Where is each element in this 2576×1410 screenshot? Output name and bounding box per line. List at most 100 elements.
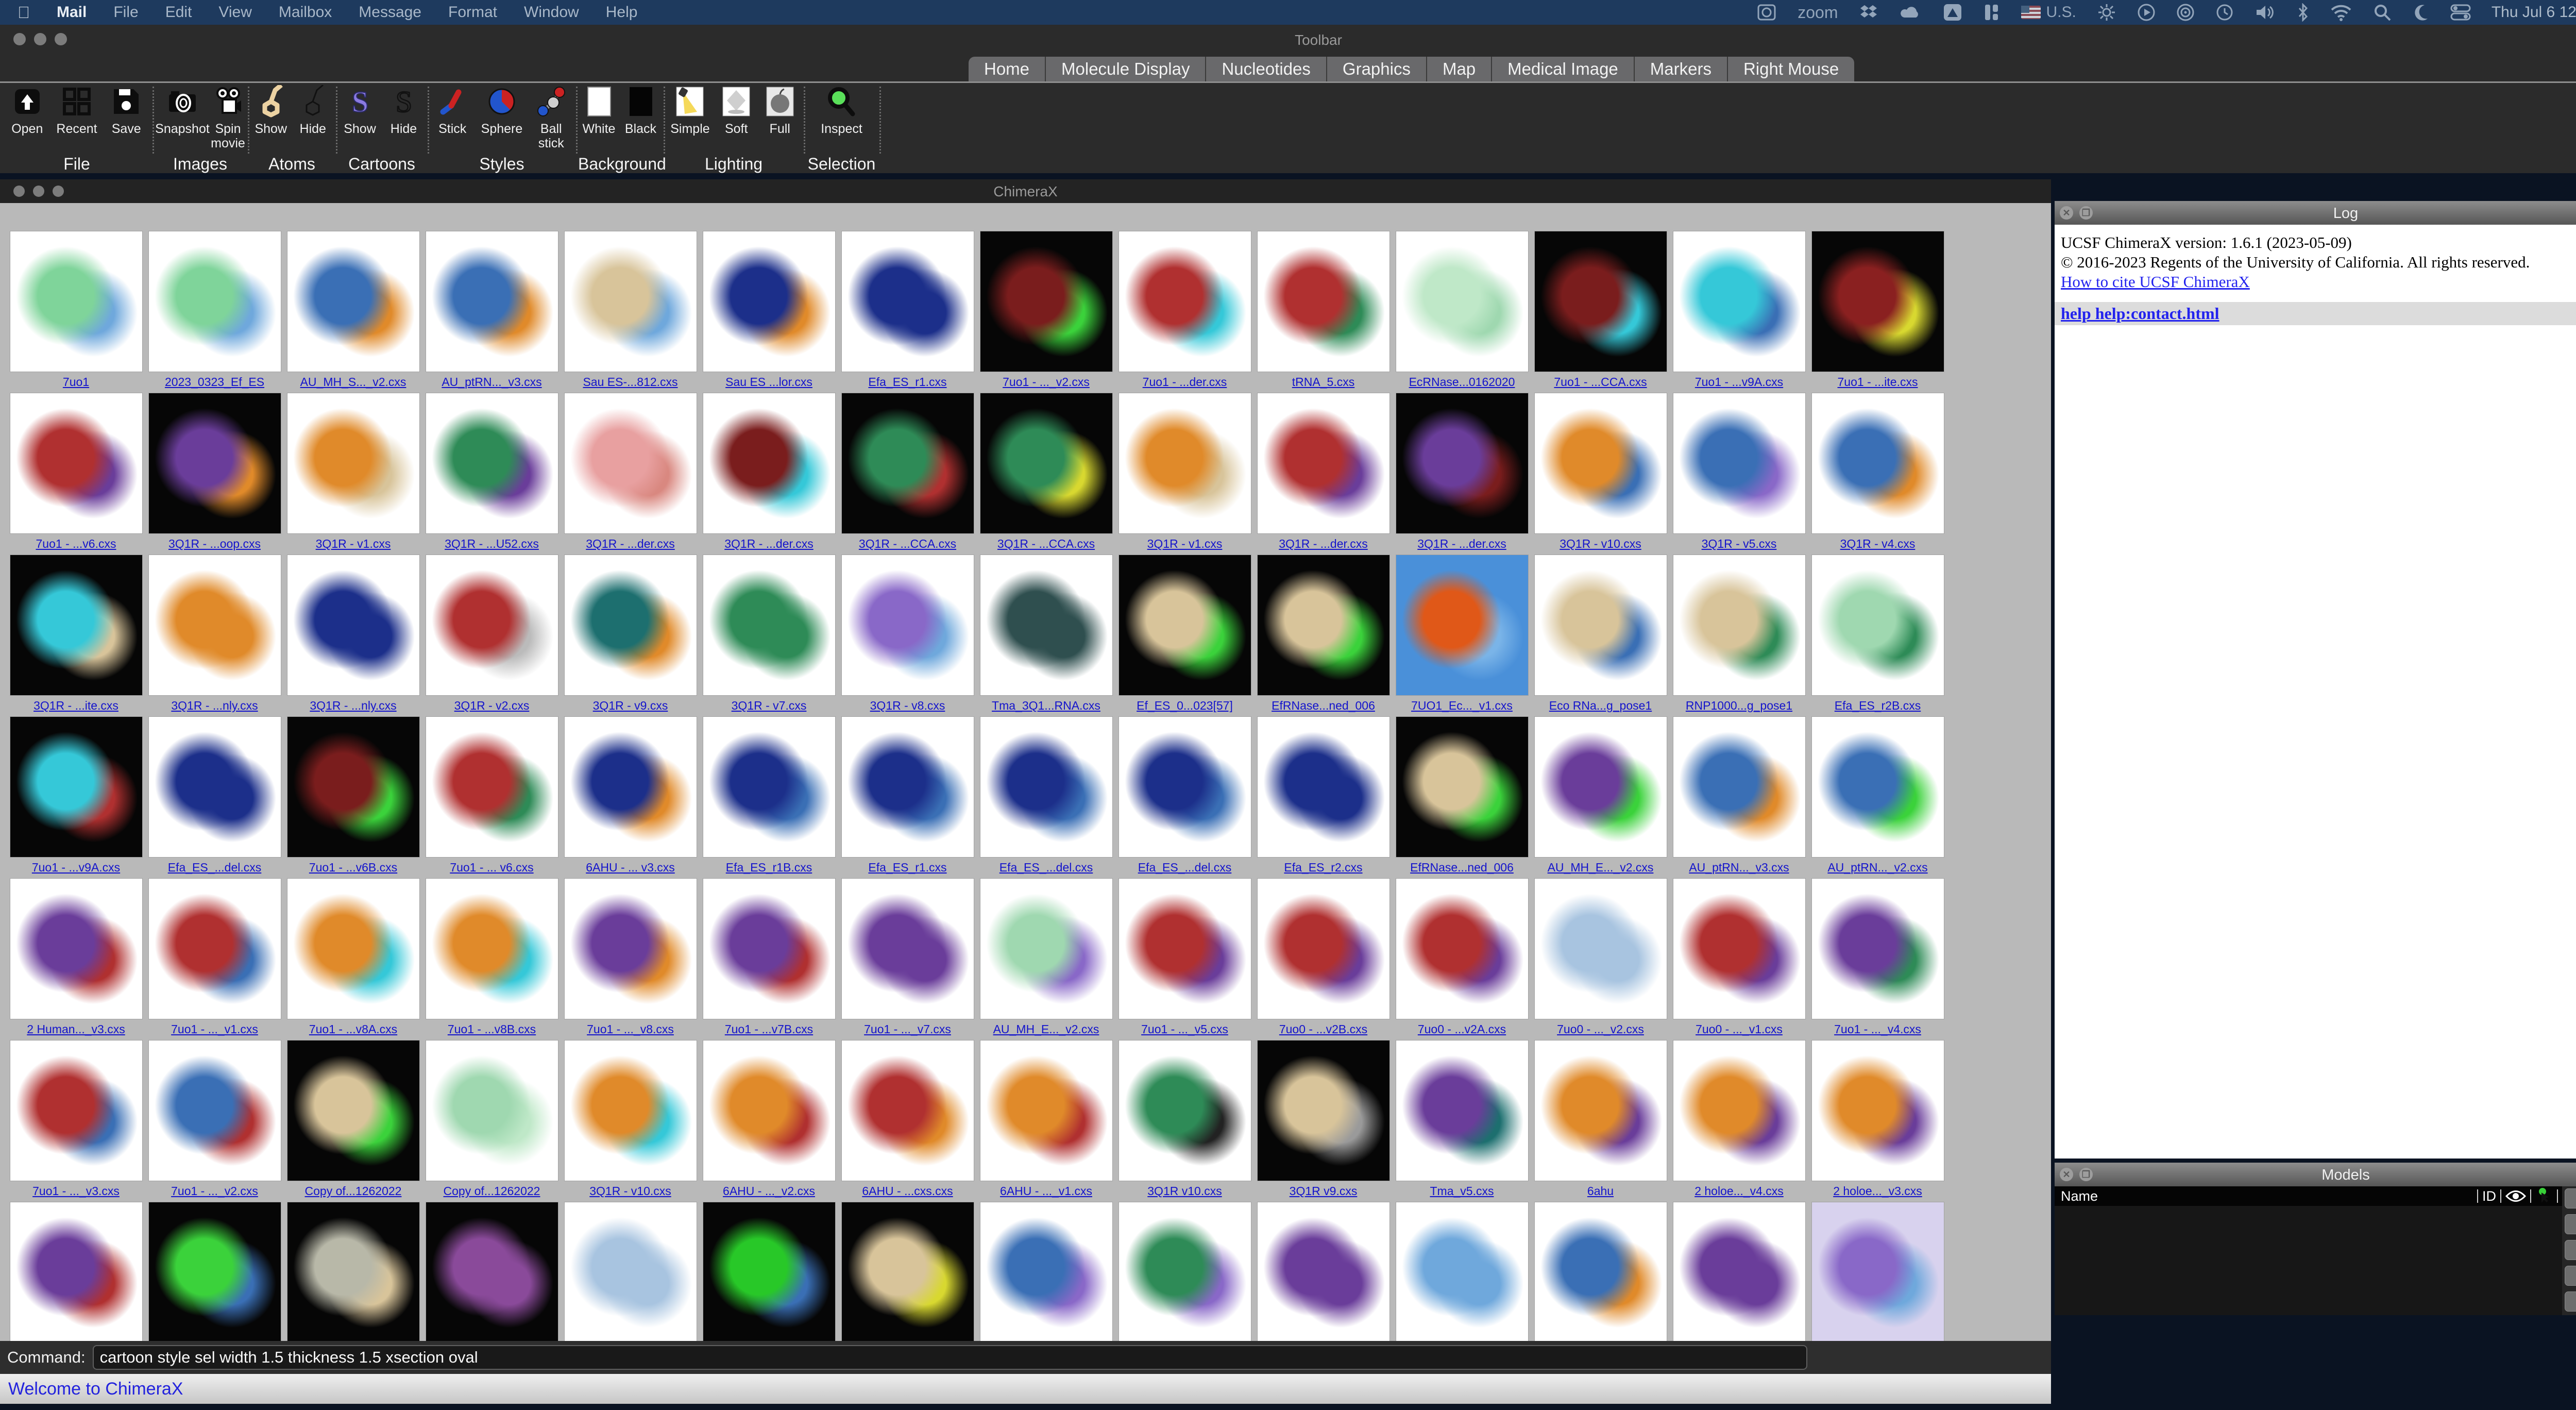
file-link[interactable]: 2 Human..._v3.cxs	[7, 1022, 145, 1036]
session-thumbnail[interactable]	[1811, 878, 1944, 1019]
file-link[interactable]: 7uo1 - ...v8B.cxs	[422, 1022, 561, 1036]
file-link[interactable]: AU_ptRN..._v3.cxs	[1670, 861, 1808, 875]
session-thumbnail[interactable]	[1257, 555, 1390, 696]
tab-markers[interactable]: Markers	[1635, 57, 1728, 81]
file-link[interactable]: AU_MH_S..._v2.cxs	[284, 375, 422, 389]
file-link[interactable]: Efa_ES_r2B.cxs	[1808, 699, 1947, 713]
session-thumbnail[interactable]	[1396, 1040, 1529, 1181]
cartoons-hide-button[interactable]: SHide	[387, 85, 421, 136]
cloud-drive-icon[interactable]	[1900, 3, 1922, 22]
background-black-button[interactable]: Black	[624, 85, 658, 136]
file-link[interactable]: 7uo1 - ...v7B.cxs	[700, 1022, 838, 1036]
session-thumbnail[interactable]	[287, 716, 420, 858]
session-thumbnail[interactable]	[287, 393, 420, 534]
session-thumbnail[interactable]	[980, 878, 1113, 1019]
cartoons-show-button[interactable]: SShow	[343, 85, 377, 136]
file-link[interactable]: 7uo1 - ...v8A.cxs	[284, 1022, 422, 1036]
apple-menu-icon[interactable]: 	[18, 3, 30, 22]
styles-sphere-button[interactable]: Sphere	[481, 85, 523, 136]
session-thumbnail[interactable]	[980, 716, 1113, 858]
session-thumbnail[interactable]	[703, 1040, 836, 1181]
session-thumbnail[interactable]	[564, 555, 697, 696]
styles-ball-stick-button[interactable]: Ball stick	[534, 85, 568, 150]
menu-item-edit[interactable]: Edit	[165, 4, 192, 21]
session-thumbnail[interactable]	[287, 878, 420, 1019]
file-link[interactable]: 7uo0 - ..._v2.cxs	[1531, 1022, 1670, 1036]
file-link[interactable]: 2023_0323_Ef_ES	[145, 375, 284, 389]
session-thumbnail[interactable]	[1811, 555, 1944, 696]
spotlight-search-icon[interactable]	[2373, 3, 2392, 22]
session-thumbnail[interactable]	[287, 231, 420, 372]
file-link[interactable]: 7uo1 - ...v6B.cxs	[284, 861, 422, 875]
brightness-icon[interactable]	[2097, 3, 2116, 22]
session-thumbnail[interactable]	[841, 1040, 974, 1181]
menu-item-help[interactable]: Help	[606, 4, 638, 21]
session-thumbnail[interactable]	[1673, 1040, 1806, 1181]
file-link[interactable]: 3Q1R - v10.cxs	[561, 1184, 700, 1198]
file-link[interactable]: 3Q1R v10.cxs	[1115, 1184, 1254, 1198]
session-thumbnail[interactable]	[564, 1040, 697, 1181]
menu-item-message[interactable]: Message	[359, 4, 421, 21]
file-link[interactable]: Efa_ES_r1.cxs	[838, 375, 977, 389]
file-link[interactable]: Efa_ES_...del.cxs	[145, 861, 284, 875]
session-thumbnail[interactable]	[841, 878, 974, 1019]
file-link[interactable]: AU_ptRN..._v2.cxs	[1808, 861, 1947, 875]
menu-item-mail[interactable]: Mail	[57, 4, 87, 21]
show-model-button[interactable]: Show	[2565, 1240, 2576, 1260]
dropbox-icon[interactable]	[1858, 3, 1879, 22]
file-link[interactable]: 6AHU - ..._v2.cxs	[700, 1184, 838, 1198]
session-thumbnail[interactable]	[1257, 878, 1390, 1019]
file-link[interactable]: Ef_ES_0...023[57]	[1115, 699, 1254, 713]
bluetooth-icon[interactable]	[2297, 3, 2309, 22]
file-link[interactable]: 3Q1R - ...ite.cxs	[7, 699, 145, 713]
airplay-icon[interactable]	[2176, 3, 2195, 22]
styles-stick-button[interactable]: Stick	[435, 85, 469, 136]
session-thumbnail[interactable]	[980, 555, 1113, 696]
session-thumbnail[interactable]	[148, 555, 281, 696]
session-thumbnail[interactable]	[426, 231, 558, 372]
session-thumbnail[interactable]	[841, 231, 974, 372]
session-thumbnail[interactable]	[564, 716, 697, 858]
session-thumbnail[interactable]	[703, 878, 836, 1019]
session-thumbnail[interactable]	[1396, 878, 1529, 1019]
session-thumbnail[interactable]	[841, 555, 974, 696]
session-thumbnail[interactable]	[10, 555, 143, 696]
do-not-disturb-moon-icon[interactable]	[2412, 3, 2430, 22]
tab-molecule-display[interactable]: Molecule Display	[1046, 57, 1206, 81]
session-thumbnail[interactable]	[426, 1202, 558, 1341]
menu-item-file[interactable]: File	[113, 4, 138, 21]
session-thumbnail[interactable]	[1534, 231, 1667, 372]
file-link[interactable]: 7uo1 - ...der.cxs	[1115, 375, 1254, 389]
session-thumbnail[interactable]	[1534, 393, 1667, 534]
file-link[interactable]: 3Q1R - v1.cxs	[284, 537, 422, 551]
file-save-button[interactable]: Save	[109, 85, 143, 136]
file-link[interactable]: 3Q1R - v10.cxs	[1531, 537, 1670, 551]
session-thumbnail[interactable]	[564, 393, 697, 534]
menu-item-view[interactable]: View	[218, 4, 251, 21]
close-model-button[interactable]: Close	[2565, 1188, 2576, 1208]
session-thumbnail[interactable]	[703, 555, 836, 696]
file-link[interactable]: 3Q1R - ...nly.cxs	[145, 699, 284, 713]
file-link[interactable]: Efa_ES_...del.cxs	[977, 861, 1115, 875]
input-source-flag[interactable]: U.S.	[2021, 3, 2076, 22]
session-thumbnail[interactable]	[1811, 231, 1944, 372]
file-link[interactable]: 3Q1R - v9.cxs	[561, 699, 700, 713]
file-link[interactable]: 3Q1R - v7.cxs	[700, 699, 838, 713]
session-thumbnail[interactable]	[1396, 231, 1529, 372]
session-thumbnail[interactable]	[148, 231, 281, 372]
session-thumbnail[interactable]	[564, 231, 697, 372]
file-link[interactable]: 3Q1R - ...CCA.cxs	[838, 537, 977, 551]
file-link[interactable]: 7UO1_Ec..._v1.cxs	[1393, 699, 1531, 713]
images-spin-movie-button[interactable]: Spin movie	[211, 85, 245, 150]
session-thumbnail[interactable]	[703, 1202, 836, 1341]
file-link[interactable]: 7uo1 - ..._v7.cxs	[838, 1022, 977, 1036]
session-thumbnail[interactable]	[980, 1202, 1113, 1341]
tab-graphics[interactable]: Graphics	[1327, 57, 1427, 81]
file-link[interactable]: Copy of...1262022	[422, 1184, 561, 1198]
file-link[interactable]: 7uo1 - ..._v2.cxs	[977, 375, 1115, 389]
session-thumbnail[interactable]	[1534, 716, 1667, 858]
session-thumbnail[interactable]	[426, 878, 558, 1019]
file-link[interactable]: 6AHU - ... v3.cxs	[561, 861, 700, 875]
file-link[interactable]: 3Q1R - v8.cxs	[838, 699, 977, 713]
session-thumbnail[interactable]	[10, 878, 143, 1019]
